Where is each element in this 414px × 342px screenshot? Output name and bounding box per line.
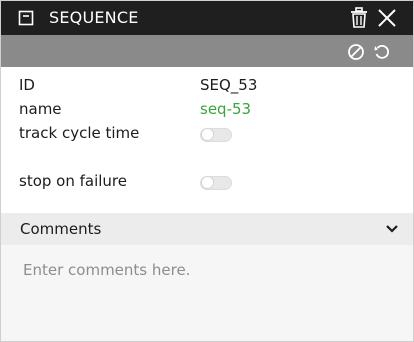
name-value[interactable]: seq-53	[200, 100, 251, 118]
panel-title: SEQUENCE	[49, 8, 139, 27]
stop-on-failure-label: stop on failure	[19, 172, 127, 190]
comments-placeholder: Enter comments here.	[23, 261, 191, 279]
comments-header-label: Comments	[20, 220, 102, 238]
undo-icon[interactable]	[373, 43, 391, 61]
panel-icon	[18, 10, 34, 26]
trash-icon[interactable]	[350, 7, 368, 29]
close-icon[interactable]	[377, 8, 397, 28]
chevron-down-icon[interactable]	[385, 223, 399, 235]
panel-toolbar	[1, 35, 413, 67]
track-cycle-time-toggle[interactable]	[200, 128, 232, 142]
track-cycle-time-label: track cycle time	[19, 124, 140, 142]
name-label: name	[19, 100, 62, 118]
disable-icon[interactable]	[347, 43, 365, 61]
toggle-knob	[201, 176, 214, 189]
panel-titlebar: SEQUENCE	[1, 1, 413, 35]
comments-textarea[interactable]: Enter comments here.	[1, 245, 413, 341]
id-value: SEQ_53	[200, 76, 258, 94]
properties-list: ID SEQ_53 name seq-53 track cycle time s…	[1, 67, 413, 211]
stop-on-failure-toggle[interactable]	[200, 176, 232, 190]
toggle-knob	[201, 128, 214, 141]
id-label: ID	[19, 76, 35, 94]
comments-section-header[interactable]: Comments	[1, 213, 413, 245]
sequence-panel: SEQUENCE ID SEQ_53 name seq-53 track cyc…	[0, 0, 414, 342]
